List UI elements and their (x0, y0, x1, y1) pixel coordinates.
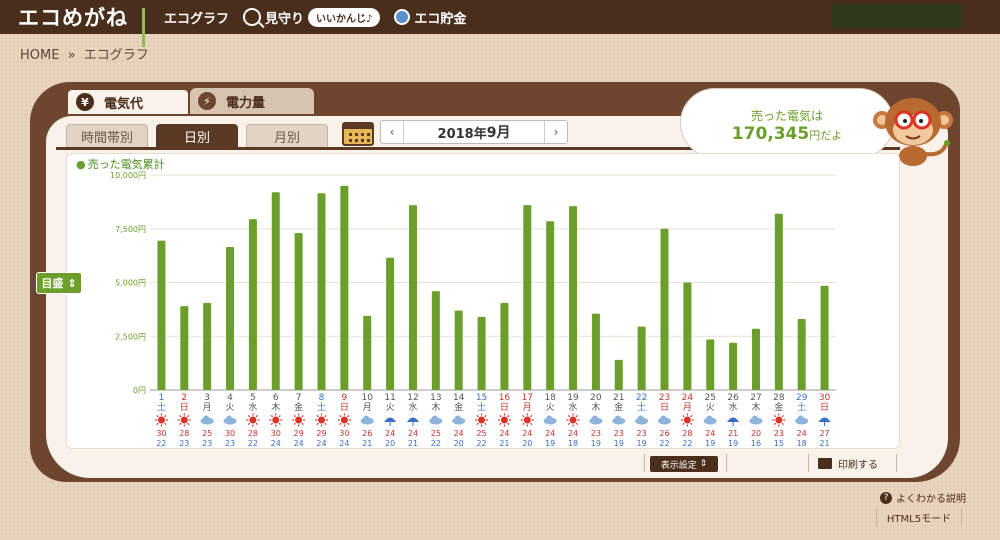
nav-eco-savings-label: エコ貯金 (414, 11, 467, 27)
coin-icon (394, 9, 411, 25)
footer-divider (896, 454, 897, 472)
scale-selector[interactable]: 目盛 ⇕ (36, 272, 82, 294)
prev-month-button[interactable]: ‹ (381, 121, 403, 143)
bar-chart-icon (142, 8, 160, 47)
calendar-icon[interactable] (342, 122, 374, 146)
yen-icon: ¥ (76, 93, 94, 111)
scale-selector-label: 目盛 (41, 277, 64, 290)
tab-power-amount[interactable]: ⚡ 電力量 (190, 88, 314, 114)
updown-icon: ⇕ (67, 276, 77, 290)
breadcrumb: HOME » エコグラフ (20, 44, 153, 63)
breadcrumb-separator: » (67, 48, 76, 63)
current-month-label: 9月 (486, 125, 511, 141)
sold-electricity-amount: 170,345 (731, 124, 810, 144)
tab-hourly[interactable]: 時間帯別 (66, 124, 148, 148)
magnifier-icon (243, 8, 262, 26)
status-badge: いいかんじ♪ (308, 7, 381, 27)
html5-mode-link[interactable]: HTML5モード (876, 508, 962, 527)
tab-daily[interactable]: 日別 (156, 124, 238, 148)
footer-divider (808, 454, 809, 472)
sold-electricity-suffix: 円だよ (809, 129, 843, 142)
tab-power-amount-label: 電力量 (226, 95, 266, 111)
header-banner[interactable] (832, 4, 962, 28)
current-year: 2018年 (437, 126, 487, 142)
chart-legend: 売った電気累計 (76, 156, 165, 172)
current-month: 2018年 9月 (403, 121, 545, 143)
date-navigator: ‹ 2018年 9月 › (380, 120, 568, 144)
nav-eco-graph-label: エコグラフ (164, 11, 230, 27)
tab-electricity-cost-label: 電気代 (104, 96, 144, 112)
display-settings-label: 表示設定 (660, 460, 697, 471)
footer-divider (726, 454, 727, 472)
footer-divider (644, 454, 645, 472)
nav-eco-graph[interactable]: エコグラフ (142, 8, 230, 47)
help-label: よくわかる説明 (896, 494, 966, 505)
nav-watch-label: 見守り (265, 11, 305, 27)
display-settings-button[interactable]: 表示設定 ⇕ (650, 456, 718, 472)
tab-monthly[interactable]: 月別 (246, 124, 328, 148)
nav-watch[interactable]: 見守り いいかんじ♪ (243, 7, 381, 27)
app-logo[interactable]: エコめがね (18, 2, 128, 32)
print-button[interactable]: 印刷する (818, 454, 878, 472)
next-month-button[interactable]: › (545, 121, 567, 143)
help-link[interactable]: ? よくわかる説明 (880, 490, 966, 505)
nav-eco-savings[interactable]: エコ貯金 (394, 8, 466, 27)
lightning-icon: ⚡ (198, 92, 216, 110)
chart-area (66, 153, 900, 449)
tab-electricity-cost[interactable]: ¥ 電気代 (66, 88, 190, 114)
print-label: 印刷する (838, 459, 878, 471)
sold-electricity-bubble: 売った電気は 170,345円だよ (680, 88, 894, 158)
printer-icon (818, 457, 832, 469)
breadcrumb-home[interactable]: HOME (20, 48, 59, 63)
breadcrumb-current: エコグラフ (83, 48, 149, 63)
sold-electricity-caption: 売った電気は (750, 109, 823, 123)
question-icon: ? (880, 491, 892, 504)
top-bar: エコめがね エコグラフ 見守り いいかんじ♪ エコ貯金 (0, 0, 1000, 47)
